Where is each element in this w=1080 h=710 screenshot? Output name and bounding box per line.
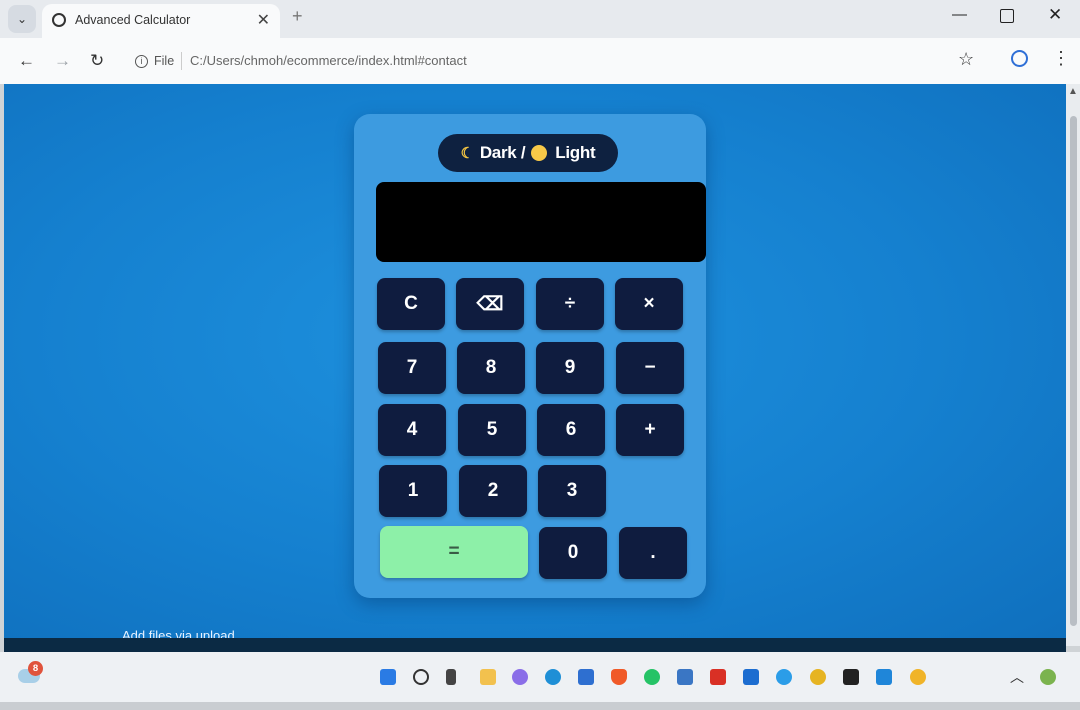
browser-toolbar: ← → ↻ i File C:/Users/chmoh/ecommerce/in… [0,38,1080,84]
profile-avatar-icon[interactable] [1011,50,1028,67]
tray-app-icon[interactable] [1040,669,1056,685]
digit-6-button[interactable]: 6 [537,404,605,456]
store-icon[interactable] [578,669,594,685]
copilot-icon[interactable] [512,669,528,685]
sun-icon [531,145,548,161]
edge-icon[interactable] [545,669,561,685]
screen-bottom-edge [0,702,1080,710]
address-divider [181,52,182,70]
notification-badge: 8 [28,661,43,676]
file-explorer-icon[interactable] [480,669,496,685]
divide-button[interactable]: ÷ [536,278,604,330]
forward-arrow-icon[interactable]: → [54,51,71,71]
globe-icon [52,13,66,27]
clear-button[interactable]: C [377,278,445,330]
outlook-icon[interactable] [743,669,759,685]
mcafee-icon[interactable] [710,669,726,685]
moon-icon: ☾ [460,145,474,162]
scroll-thumb[interactable] [1070,116,1077,626]
tab-search-chevron-icon[interactable]: ⌄ [8,5,36,33]
windows-start-icon[interactable] [380,669,396,685]
theme-light-label: Light [555,143,596,162]
multiply-button[interactable]: × [615,278,683,330]
digit-3-button[interactable]: 3 [538,465,606,517]
digit-7-button[interactable]: 7 [378,342,446,394]
digit-9-button[interactable]: 9 [536,342,604,394]
site-info-icon[interactable]: i [135,55,148,68]
chrome-canary-icon[interactable] [910,669,926,685]
edge-beta-icon[interactable] [776,669,792,685]
back-arrow-icon[interactable]: ← [18,51,35,71]
scroll-up-arrow-icon[interactable]: ▲ [1068,86,1078,97]
brave-icon[interactable] [611,669,627,685]
app-icon[interactable] [677,669,693,685]
more-menu-icon[interactable]: ⋮ [1052,48,1070,69]
chrome-icon[interactable] [810,669,826,685]
reload-icon[interactable]: ↻ [90,51,104,71]
page-bottom-strip [4,638,1066,652]
vscode-icon[interactable] [876,669,892,685]
tab-advanced-calculator[interactable]: Advanced Calculator ✕ [42,4,280,38]
digit-2-button[interactable]: 2 [459,465,527,517]
minimize-button[interactable]: — [952,6,967,23]
search-icon[interactable] [413,669,429,685]
windows-taskbar: 8 ︿ [0,652,1080,702]
tab-title: Advanced Calculator [75,13,191,27]
add-button[interactable]: + [616,404,684,456]
subtract-button[interactable]: − [616,342,684,394]
digit-0-button[interactable]: 0 [539,527,607,579]
tab-close-icon[interactable]: ✕ [257,10,270,30]
equals-button[interactable]: = [380,526,528,578]
digit-8-button[interactable]: 8 [457,342,525,394]
browser-tab-bar: ⌄ Advanced Calculator ✕ + — ✕ [0,0,1080,38]
new-tab-button[interactable]: + [292,6,303,27]
address-scheme-label: File [154,54,175,68]
calculator-display [376,182,706,262]
theme-dark-label: Dark / [479,143,526,162]
decimal-button[interactable]: . [619,527,687,579]
task-view-icon[interactable] [446,669,456,685]
theme-toggle-button[interactable]: ☾ Dark / Light [438,134,618,172]
address-bar[interactable]: C:/Users/chmoh/ecommerce/index.html#cont… [190,53,467,68]
bookmark-star-icon[interactable]: ☆ [958,49,974,70]
close-window-button[interactable]: ✕ [1048,5,1062,25]
digit-1-button[interactable]: 1 [379,465,447,517]
backspace-button[interactable]: ⌫ [456,278,524,330]
tray-chevron-up-icon[interactable]: ︿ [1010,667,1024,687]
vertical-scrollbar[interactable]: ▲ [1066,84,1080,646]
terminal-icon[interactable] [843,669,859,685]
digit-4-button[interactable]: 4 [378,404,446,456]
maximize-button[interactable] [1000,9,1014,23]
whatsapp-icon[interactable] [644,669,660,685]
digit-5-button[interactable]: 5 [458,404,526,456]
calculator: ☾ Dark / Light C ⌫ ÷ × 7 8 9 − 4 5 6 + 1… [354,114,706,598]
